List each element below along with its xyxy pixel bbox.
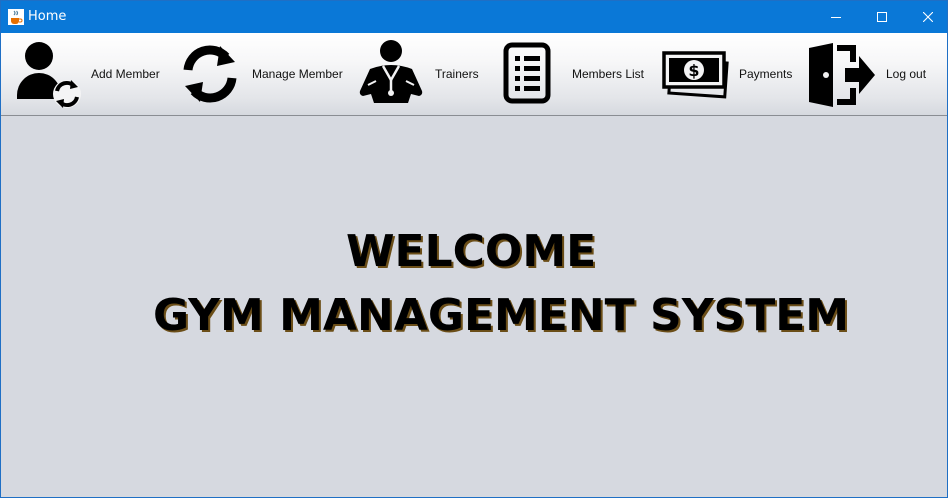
main-panel: WELCOME GYM MANAGEMENT SYSTEM — [1, 116, 947, 497]
members-list-label: Members List — [572, 67, 645, 81]
manage-member-label: Manage Member — [252, 67, 343, 81]
svg-text:$: $ — [688, 61, 699, 80]
minimize-button[interactable] — [813, 1, 859, 33]
close-icon — [923, 12, 933, 22]
maximize-icon — [877, 12, 887, 22]
welcome-heading: WELCOME — [346, 226, 597, 277]
window-title: Home — [28, 9, 67, 24]
maximize-button[interactable] — [859, 1, 905, 33]
home-window: Home Add Member Manage Member Trainers M… — [0, 0, 948, 498]
add-member-label: Add Member — [91, 67, 160, 81]
refresh-icon — [183, 45, 237, 103]
add-member-button[interactable]: Add Member — [11, 33, 166, 115]
logout-label: Log out — [886, 67, 927, 81]
title-bar[interactable]: Home — [1, 1, 947, 33]
payments-button[interactable]: $ Payments — [661, 33, 799, 115]
system-title-heading: GYM MANAGEMENT SYSTEM — [153, 290, 850, 341]
logout-button[interactable]: Log out — [806, 33, 941, 115]
trainer-icon — [359, 40, 423, 103]
minimize-icon — [831, 17, 841, 18]
trainers-label: Trainers — [435, 67, 479, 81]
main-toolbar: Add Member Manage Member Trainers Member… — [1, 33, 947, 116]
money-icon: $ — [662, 51, 729, 99]
trainers-button[interactable]: Trainers — [356, 33, 486, 115]
members-list-button[interactable]: Members List — [498, 33, 653, 115]
payments-label: Payments — [739, 67, 793, 81]
user-refresh-icon — [17, 42, 81, 108]
list-document-icon — [503, 42, 551, 104]
java-coffee-icon — [8, 9, 24, 25]
manage-member-button[interactable]: Manage Member — [176, 33, 348, 115]
logout-door-icon — [809, 43, 875, 107]
close-button[interactable] — [905, 1, 947, 33]
